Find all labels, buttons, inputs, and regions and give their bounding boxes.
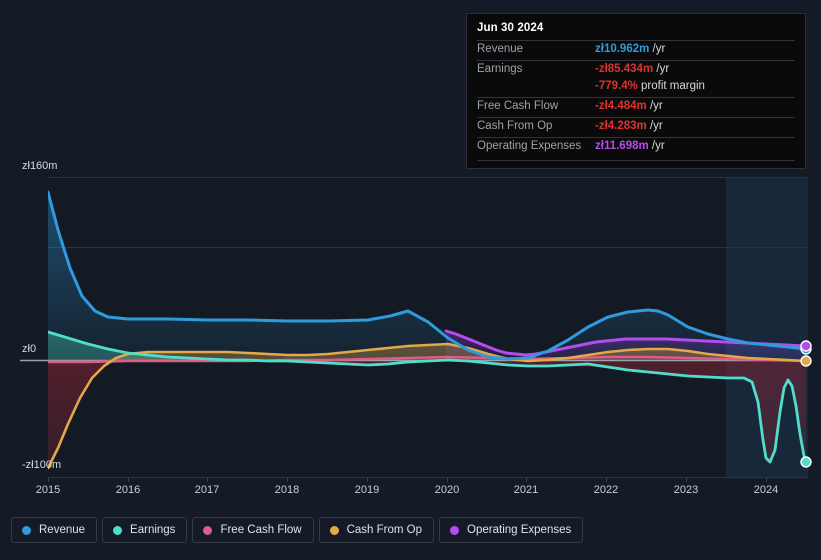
tooltip-value-earnings: -zł85.434m /yr — [595, 63, 795, 75]
tooltip-row-operating-expenses: Operating Expenses zł11.698m /yr — [477, 137, 795, 157]
y-axis-label-zero: zł0 — [22, 343, 37, 355]
tooltip-amount-profit-margin: -779.4% — [595, 80, 638, 92]
chart-tooltip: Jun 30 2024 Revenue zł10.962m /yr Earnin… — [466, 13, 806, 169]
x-axis-label-2017: 2017 — [194, 484, 220, 496]
tooltip-value-operating-expenses: zł11.698m /yr — [595, 140, 795, 152]
tooltip-footer-rule — [477, 160, 795, 162]
tooltip-row-cash-from-op: Cash From Op -zł4.283m /yr — [477, 117, 795, 137]
legend-item-revenue[interactable]: Revenue — [11, 517, 98, 543]
x-axis-label-2016: 2016 — [115, 484, 141, 496]
y-axis-label-top: zł160m — [22, 160, 58, 172]
legend-dot-earnings-icon — [113, 525, 123, 535]
tooltip-row-earnings: Earnings -zł85.434m /yr — [477, 60, 795, 80]
endpoint-cash-from-op — [800, 355, 812, 367]
tooltip-unit-revenue: /yr — [649, 43, 666, 55]
legend-item-cash-from-op[interactable]: Cash From Op — [318, 517, 435, 543]
tooltip-label-earnings: Earnings — [477, 63, 523, 75]
legend-item-earnings[interactable]: Earnings — [102, 517, 188, 543]
legend-item-operating-expenses[interactable]: Operating Expenses — [439, 517, 584, 543]
legend-dot-operating-expenses-icon — [450, 525, 460, 535]
endpoint-earnings — [800, 456, 812, 468]
x-axis-label-2020: 2020 — [434, 484, 460, 496]
tooltip-value-free-cash-flow: -zł4.484m /yr — [595, 100, 795, 112]
tooltip-label-revenue: Revenue — [477, 43, 524, 55]
x-axis-label-2018: 2018 — [274, 484, 300, 496]
tooltip-unit-operating-expenses: /yr — [648, 140, 665, 152]
tooltip-label-operating-expenses: Operating Expenses — [477, 140, 582, 152]
chart-legend: Revenue Earnings Free Cash Flow Cash Fro… — [11, 517, 584, 543]
y-axis-label-bottom: -zł100m — [22, 459, 62, 471]
tooltip-unit-free-cash-flow: /yr — [646, 100, 663, 112]
tooltip-row-profit-margin: -779.4% profit margin — [477, 80, 795, 97]
tooltip-row-revenue: Revenue zł10.962m /yr — [477, 40, 795, 60]
tooltip-value-profit-margin: -779.4% profit margin — [595, 80, 795, 92]
x-axis-label-2022: 2022 — [593, 484, 619, 496]
tooltip-value-cash-from-op: -zł4.283m /yr — [595, 120, 795, 132]
tooltip-amount-free-cash-flow: -zł4.484m — [595, 100, 647, 112]
legend-dot-free-cash-flow-icon — [203, 525, 213, 535]
tooltip-unit-profit-margin: profit margin — [637, 80, 705, 92]
x-axis-label-2023: 2023 — [673, 484, 699, 496]
legend-item-free-cash-flow[interactable]: Free Cash Flow — [192, 517, 314, 543]
legend-dot-revenue-icon — [22, 525, 31, 535]
tooltip-amount-cash-from-op: -zł4.283m — [595, 120, 647, 132]
tooltip-label-cash-from-op: Cash From Op — [477, 120, 553, 132]
endpoint-operating-expenses — [800, 340, 812, 352]
tooltip-amount-earnings: -zł85.434m — [595, 63, 654, 75]
tooltip-amount-operating-expenses: zł11.698m — [595, 140, 649, 152]
x-axis-label-2021: 2021 — [513, 484, 539, 496]
legend-label-revenue: Revenue — [39, 524, 86, 536]
tooltip-unit-cash-from-op: /yr — [646, 120, 663, 132]
tooltip-value-revenue: zł10.962m /yr — [595, 43, 795, 55]
legend-label-earnings: Earnings — [130, 524, 176, 536]
legend-label-cash-from-op: Cash From Op — [346, 524, 423, 536]
x-axis-label-2024: 2024 — [753, 484, 779, 496]
legend-label-operating-expenses: Operating Expenses — [467, 524, 572, 536]
tooltip-date: Jun 30 2024 — [477, 22, 544, 34]
x-axis-label-2015: 2015 — [35, 484, 61, 496]
legend-label-free-cash-flow: Free Cash Flow — [220, 524, 302, 536]
x-axis-label-2019: 2019 — [354, 484, 380, 496]
tooltip-label-free-cash-flow: Free Cash Flow — [477, 100, 559, 112]
tooltip-row-free-cash-flow: Free Cash Flow -zł4.484m /yr — [477, 97, 795, 117]
tooltip-unit-earnings: /yr — [653, 63, 670, 75]
legend-dot-cash-from-op-icon — [329, 525, 339, 535]
tooltip-amount-revenue: zł10.962m — [595, 43, 650, 55]
